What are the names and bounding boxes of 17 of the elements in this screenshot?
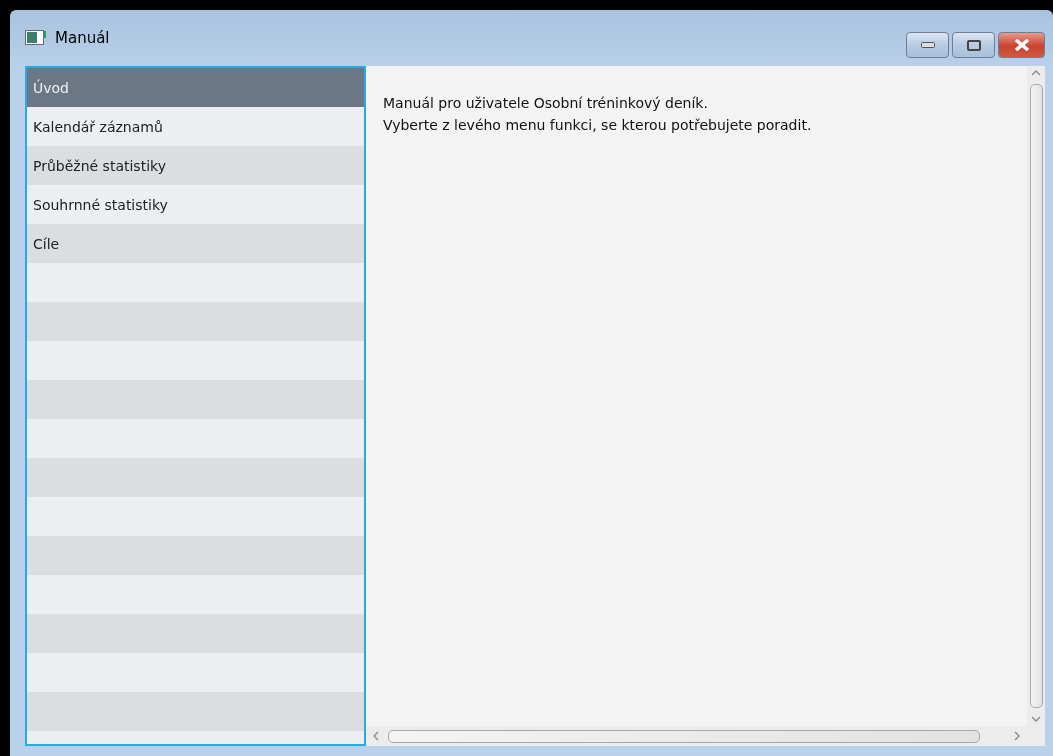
maximize-button[interactable] <box>952 32 995 58</box>
close-icon <box>1013 39 1030 51</box>
scrollbar-thumb[interactable] <box>388 729 980 743</box>
close-button[interactable] <box>998 32 1045 58</box>
menu-item[interactable]: Průběžné statistiky <box>27 146 364 185</box>
manual-text: Vyberte z levého menu funkci, se kterou potřebujete poradit. <box>383 116 813 135</box>
window-title: Manuál <box>55 29 111 47</box>
horizontal-scrollbar[interactable] <box>366 726 1027 746</box>
minimize-icon <box>920 42 935 48</box>
manual-text: Manuál pro uživatele Osobní tréninkový deník. <box>383 94 709 113</box>
menu-item[interactable]: Úvod <box>27 68 364 107</box>
vertical-scrollbar[interactable] <box>1027 66 1045 726</box>
menu-item[interactable]: Cíle <box>27 224 364 263</box>
maximize-icon <box>966 39 981 51</box>
scrollbar-thumb[interactable] <box>1029 84 1043 708</box>
minimize-button[interactable] <box>906 32 949 58</box>
app-icon <box>25 30 47 46</box>
